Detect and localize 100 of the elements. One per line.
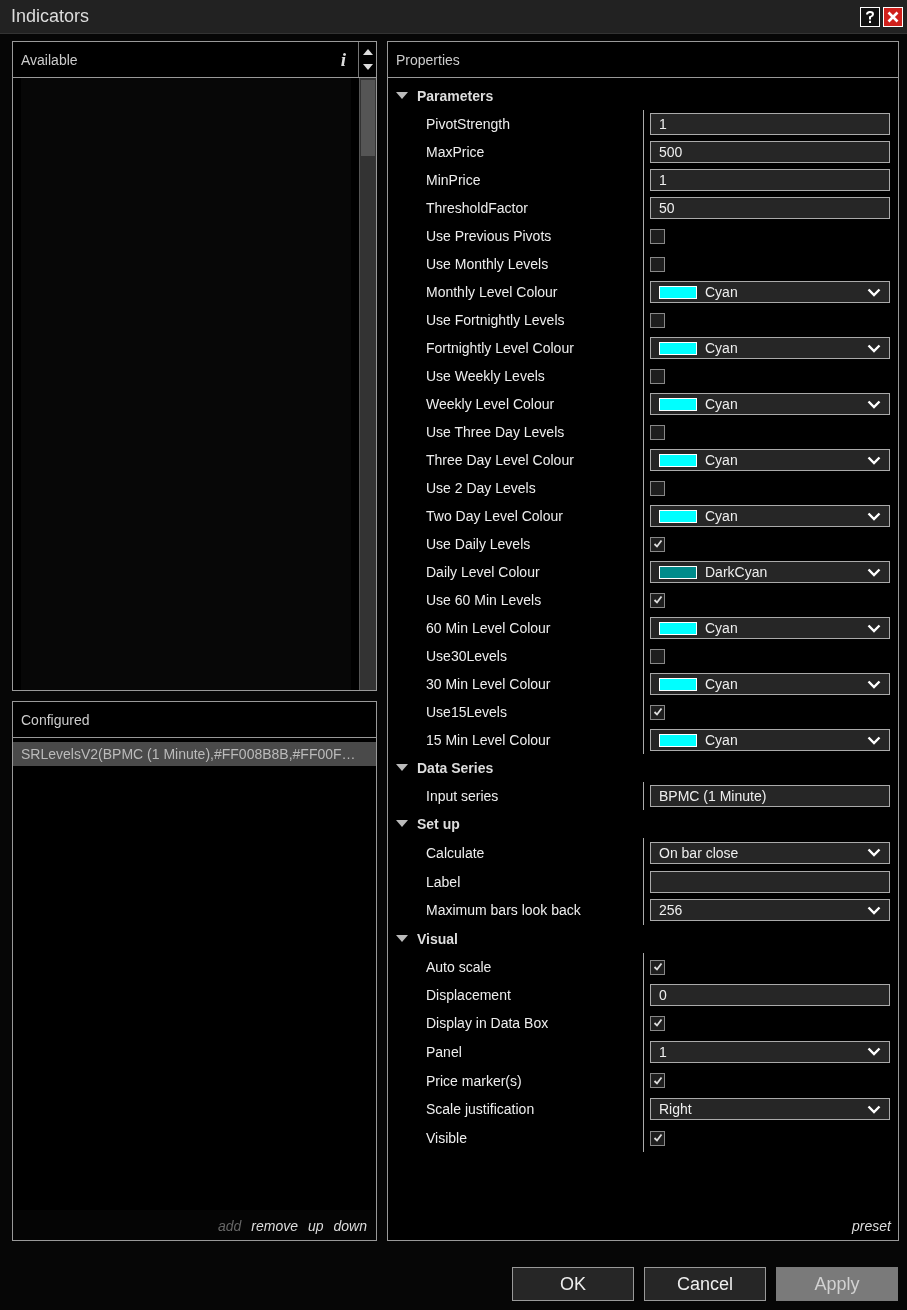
- action-link[interactable]: down: [333, 1218, 367, 1234]
- checkbox[interactable]: [650, 959, 665, 975]
- property-label: Maximum bars look back: [425, 902, 582, 919]
- property-label: 30 Min Level Colour: [425, 676, 552, 692]
- checkbox[interactable]: [650, 1073, 665, 1088]
- property-label: MaxPrice: [425, 144, 486, 160]
- checkbox[interactable]: [650, 1130, 665, 1146]
- property-label: Auto scale: [425, 959, 493, 975]
- input-field[interactable]: 50: [650, 197, 890, 219]
- property-label: Use Weekly Levels: [425, 368, 546, 384]
- checkmark-icon: [652, 595, 663, 605]
- color-dropdown[interactable]: Cyan: [650, 449, 890, 471]
- color-dropdown[interactable]: Cyan: [650, 393, 890, 415]
- property-label: Visible: [425, 1130, 468, 1146]
- property-label: Display in Data Box: [425, 1015, 550, 1031]
- checkbox[interactable]: [650, 256, 665, 272]
- color-dropdown[interactable]: Cyan: [650, 505, 890, 527]
- close-icon: [887, 10, 899, 23]
- property-label: Calculate: [425, 844, 486, 861]
- input-field[interactable]: 500: [650, 141, 890, 163]
- checkmark-icon: [652, 539, 663, 549]
- help-button[interactable]: [860, 6, 880, 27]
- section-title: Parameters: [417, 88, 494, 104]
- property-label: Displacement: [425, 987, 512, 1003]
- property-label: Scale justification: [425, 1101, 536, 1118]
- input-field[interactable]: BPMC (1 Minute): [650, 785, 890, 807]
- chevron-down-icon: [867, 1047, 881, 1057]
- color-dropdown[interactable]: Cyan: [650, 281, 890, 303]
- close-button[interactable]: [883, 6, 903, 27]
- section-title: Visual: [417, 931, 458, 947]
- checkbox[interactable]: [650, 312, 665, 328]
- chevron-down-icon: [867, 848, 881, 858]
- scrollbar-thumb[interactable]: [361, 80, 375, 156]
- property-label: Use Fortnightly Levels: [425, 312, 566, 328]
- checkbox[interactable]: [650, 424, 665, 440]
- color-dropdown[interactable]: Cyan: [650, 337, 890, 359]
- property-label: Use Three Day Levels: [425, 424, 566, 440]
- property-label: ThresholdFactor: [425, 200, 529, 216]
- info-button[interactable]: i: [340, 48, 346, 71]
- checkbox[interactable]: [650, 368, 665, 384]
- property-label: Two Day Level Colour: [425, 508, 564, 524]
- property-label: Use Monthly Levels: [425, 256, 550, 272]
- configured-item[interactable]: SRLevelsV2(BPMC (1 Minute),#FF008B8B,#FF00F…: [13, 742, 376, 766]
- chevron-down-icon: [867, 343, 881, 353]
- collapse-icon[interactable]: [396, 764, 408, 772]
- scroll-up-icon[interactable]: [361, 48, 374, 57]
- property-label: Use Previous Pivots: [425, 228, 553, 244]
- chevron-down-icon: [867, 567, 881, 577]
- color-dropdown[interactable]: DarkCyan: [650, 561, 890, 583]
- property-label: Input series: [425, 788, 500, 804]
- scroll-down-icon[interactable]: [361, 62, 374, 71]
- property-label: Use15Levels: [425, 704, 508, 720]
- input-field[interactable]: 0: [650, 984, 890, 1006]
- property-label: Use 2 Day Levels: [425, 480, 537, 496]
- dropdown[interactable]: 256: [650, 899, 890, 922]
- dropdown[interactable]: On bar close: [650, 841, 890, 864]
- chevron-down-icon: [867, 455, 881, 465]
- scrollbar[interactable]: [359, 78, 376, 690]
- checkmark-icon: [652, 1075, 663, 1086]
- checkbox[interactable]: [650, 704, 665, 720]
- chevron-down-icon: [867, 511, 881, 521]
- collapse-icon[interactable]: [396, 820, 408, 828]
- dialog-button[interactable]: OK: [512, 1267, 634, 1301]
- property-label: Use 60 Min Levels: [425, 592, 543, 608]
- checkbox[interactable]: [650, 480, 665, 496]
- checkbox[interactable]: [650, 648, 665, 664]
- chevron-down-icon: [867, 623, 881, 633]
- property-label: Three Day Level Colour: [425, 452, 575, 468]
- dialog-button[interactable]: Cancel: [644, 1267, 766, 1301]
- property-label: PivotStrength: [425, 116, 512, 132]
- property-label: Weekly Level Colour: [425, 396, 556, 412]
- chevron-down-icon: [867, 679, 881, 689]
- preset-link[interactable]: preset: [388, 1218, 898, 1240]
- checkmark-icon: [652, 1018, 663, 1028]
- checkmark-icon: [652, 962, 663, 972]
- action-link[interactable]: up: [307, 1218, 324, 1234]
- color-dropdown[interactable]: Cyan: [650, 673, 890, 695]
- input-field[interactable]: [650, 870, 890, 893]
- property-label: Panel: [425, 1043, 463, 1060]
- checkmark-icon: [652, 1133, 663, 1143]
- property-label: Use30Levels: [425, 648, 508, 664]
- property-label: Daily Level Colour: [425, 564, 541, 580]
- dropdown[interactable]: Right: [650, 1098, 890, 1121]
- property-label: Price marker(s): [425, 1072, 523, 1089]
- checkbox[interactable]: [650, 592, 665, 608]
- collapse-icon[interactable]: [396, 935, 408, 943]
- color-dropdown[interactable]: Cyan: [650, 617, 890, 639]
- checkbox[interactable]: [650, 536, 665, 552]
- collapse-icon[interactable]: [396, 92, 408, 100]
- checkbox[interactable]: [650, 1015, 665, 1031]
- property-label: 15 Min Level Colour: [425, 732, 552, 748]
- color-dropdown[interactable]: Cyan: [650, 729, 890, 751]
- dropdown[interactable]: 1: [650, 1040, 890, 1063]
- input-field[interactable]: 1: [650, 169, 890, 191]
- panel-title: Properties: [396, 51, 461, 68]
- help-icon: [864, 9, 876, 24]
- input-field[interactable]: 1: [650, 113, 890, 135]
- chevron-down-icon: [867, 287, 881, 297]
- action-link[interactable]: remove: [251, 1218, 298, 1234]
- checkbox[interactable]: [650, 228, 665, 244]
